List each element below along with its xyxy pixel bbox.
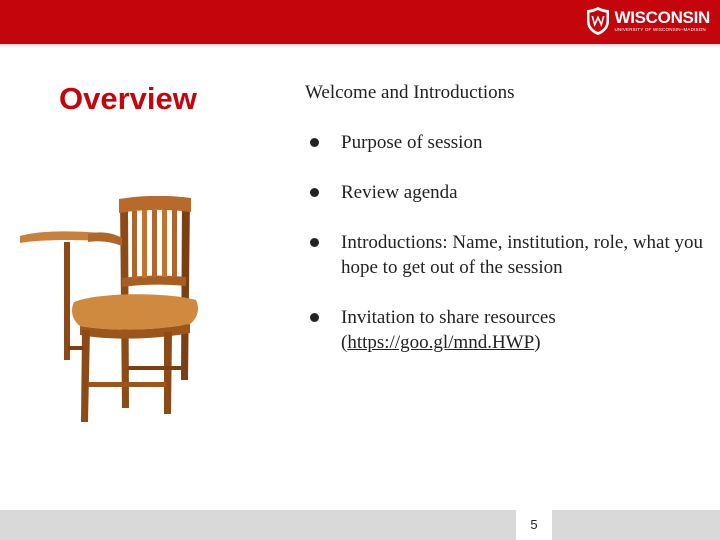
section-heading: Welcome and Introductions <box>305 82 515 103</box>
bullet-icon <box>310 138 319 147</box>
header-bar: WISCONSIN UNIVERSITY OF WISCONSIN–MADISO… <box>0 0 720 44</box>
bullet-text: Introductions: Name, institution, role, … <box>341 232 704 278</box>
slide-title: Overview <box>59 81 197 116</box>
list-item: Introductions: Name, institution, role, … <box>305 230 705 280</box>
bullet-text: Purpose of session <box>341 132 483 153</box>
slide: WISCONSIN UNIVERSITY OF WISCONSIN–MADISO… <box>0 0 720 540</box>
logo-tagline: UNIVERSITY OF WISCONSIN–MADISON <box>614 27 706 33</box>
resources-link[interactable]: https://goo.gl/mnd.HWP <box>347 332 534 353</box>
list-item: Invitation to share resources (https://g… <box>305 305 705 355</box>
footer-bar: 5 <box>0 510 720 540</box>
bullet-icon <box>310 238 319 247</box>
header-shadow <box>0 44 720 48</box>
slide-content: Welcome and Introductions Purpose of ses… <box>305 81 705 380</box>
logo-wordmark: WISCONSIN <box>614 8 710 28</box>
uw-crest-icon <box>587 7 610 35</box>
uw-logo: WISCONSIN UNIVERSITY OF WISCONSIN–MADISO… <box>586 6 710 36</box>
bullet-list: Purpose of session Review agenda Introdu… <box>305 130 705 355</box>
list-item: Purpose of session <box>305 130 705 155</box>
bullet-icon <box>310 313 319 322</box>
bullet-icon <box>310 188 319 197</box>
list-item: Review agenda <box>305 180 705 205</box>
bullet-text-end: ) <box>534 332 541 353</box>
bullet-text: Review agenda <box>341 182 458 203</box>
wooden-chair-image <box>20 196 198 422</box>
page-number: 5 <box>516 510 552 540</box>
